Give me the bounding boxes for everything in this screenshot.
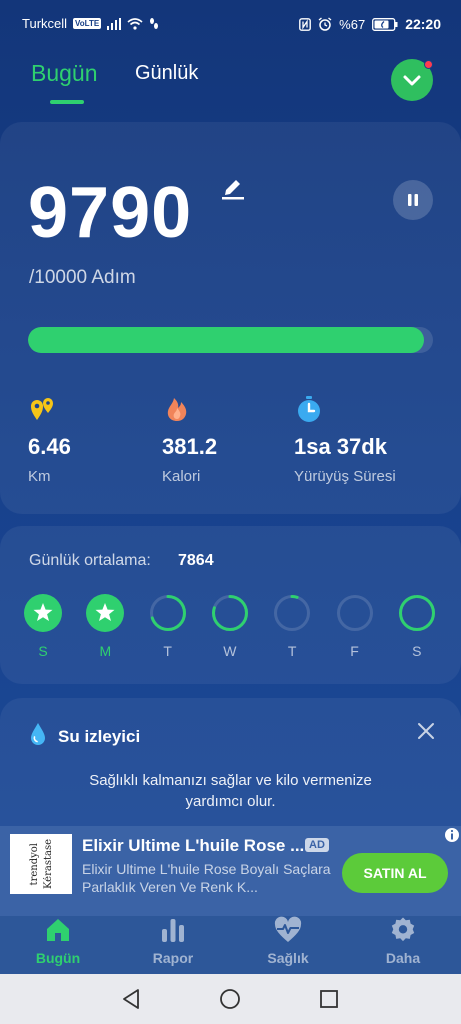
bottom-navigation: Bugün Rapor Sağlık Daha bbox=[0, 916, 461, 974]
system-navigation-bar bbox=[0, 974, 461, 1024]
day-letter: T bbox=[163, 643, 172, 659]
ad-body[interactable]: Elixir Ultime L'huile Rose Boyalı Saçlar… bbox=[82, 860, 332, 896]
tab-daily[interactable]: Günlük bbox=[135, 62, 198, 85]
daily-average-label: Günlük ortalama: bbox=[29, 552, 151, 569]
chevron-down-icon bbox=[403, 75, 421, 86]
day-letter: W bbox=[223, 643, 237, 659]
back-icon[interactable] bbox=[120, 988, 142, 1010]
step-goal: /10000 Adım bbox=[29, 267, 136, 288]
ad-image-text-1: trendyol bbox=[28, 842, 40, 886]
stat-distance-label: Km bbox=[28, 468, 51, 485]
battery-icon bbox=[372, 17, 398, 31]
home-circle-icon[interactable] bbox=[219, 988, 241, 1010]
footsteps-icon bbox=[150, 18, 159, 29]
clock: 22:20 bbox=[405, 16, 441, 32]
bar-chart-icon bbox=[162, 919, 184, 942]
close-icon[interactable] bbox=[416, 721, 436, 741]
day-5[interactable]: F bbox=[336, 594, 376, 659]
water-drop-icon bbox=[31, 723, 45, 745]
day-letter: M bbox=[99, 643, 112, 659]
volte-badge: VoLTE bbox=[73, 18, 102, 29]
day-6[interactable]: S bbox=[398, 594, 438, 659]
stopwatch-icon bbox=[298, 396, 320, 422]
step-progress-fill bbox=[28, 327, 425, 353]
stat-distance: 6.46 Km bbox=[28, 394, 71, 485]
active-tab-indicator bbox=[50, 100, 84, 104]
nav-label-today: Bugün bbox=[35, 950, 81, 966]
nav-item-today[interactable]: Bugün bbox=[18, 916, 98, 966]
stat-calories-label: Kalori bbox=[162, 468, 201, 485]
step-count: 9790 bbox=[28, 173, 193, 253]
water-tracker-description: Sağlıklı kalmanızı sağlar ve kilo vermen… bbox=[89, 772, 372, 810]
day-0[interactable]: S bbox=[24, 594, 64, 659]
stat-calories: 381.2 Kalori bbox=[162, 394, 217, 485]
flame-icon bbox=[167, 398, 187, 421]
ad-image-text-2: Kérastase bbox=[42, 838, 54, 890]
location-pins-icon bbox=[31, 398, 53, 420]
nav-label-report: Rapor bbox=[152, 950, 194, 966]
day-progress-ring bbox=[149, 595, 186, 631]
stat-calories-value: 381.2 bbox=[162, 434, 218, 459]
day-4[interactable]: T bbox=[273, 594, 313, 659]
pause-button[interactable] bbox=[393, 180, 433, 220]
pause-icon bbox=[408, 194, 418, 206]
nav-item-report[interactable]: Rapor bbox=[133, 916, 213, 966]
stat-walk-time-label: Yürüyüş Süresi bbox=[294, 468, 396, 485]
tab-today[interactable]: Bugün bbox=[31, 60, 98, 87]
ad-image[interactable]: trendyol Kérastase bbox=[10, 834, 72, 894]
ad-title[interactable]: Elixir Ultime L'huile Rose ... bbox=[82, 836, 304, 856]
day-letter: S bbox=[412, 643, 422, 659]
nav-label-more: Daha bbox=[385, 950, 421, 966]
day-2[interactable]: T bbox=[149, 594, 189, 659]
wifi-icon bbox=[127, 17, 143, 30]
nav-item-health[interactable]: Sağlık bbox=[248, 916, 328, 966]
day-letter: S bbox=[38, 643, 48, 659]
stat-distance-value: 6.46 bbox=[28, 434, 71, 459]
battery-percent: %67 bbox=[339, 16, 366, 32]
gear-icon bbox=[391, 917, 415, 942]
nav-item-more[interactable]: Daha bbox=[363, 916, 443, 966]
day-progress-ring bbox=[398, 595, 435, 631]
ad-banner[interactable]: trendyol Kérastase Elixir Ultime L'huile… bbox=[0, 826, 461, 916]
step-progress-bar bbox=[28, 327, 433, 353]
info-icon[interactable] bbox=[443, 826, 461, 844]
day-letter: T bbox=[287, 643, 297, 659]
nfc-icon bbox=[299, 17, 312, 31]
day-letter: F bbox=[350, 643, 359, 659]
day-progress-ring bbox=[211, 595, 248, 631]
day-complete-star-icon bbox=[24, 594, 62, 632]
status-bar: Turkcell VoLTE %67 22:20 bbox=[0, 0, 461, 48]
daily-average-value: 7864 bbox=[178, 552, 214, 569]
stat-walk-time-value: 1sa 37dk bbox=[294, 434, 387, 459]
day-complete-star-icon bbox=[86, 594, 125, 632]
home-icon bbox=[47, 919, 69, 941]
stat-walk-time: 1sa 37dk Yürüyüş Süresi bbox=[294, 394, 396, 485]
recents-icon[interactable] bbox=[318, 988, 340, 1010]
heart-pulse-icon bbox=[274, 916, 302, 942]
signal-icon bbox=[107, 17, 122, 30]
notification-dot bbox=[424, 60, 433, 69]
ad-buy-button[interactable]: SATIN AL bbox=[342, 853, 448, 893]
alarm-icon bbox=[318, 17, 332, 31]
water-tracker-title: Su izleyici bbox=[58, 727, 141, 746]
day-progress-ring bbox=[274, 595, 311, 631]
day-1[interactable]: M bbox=[86, 594, 126, 659]
day-3[interactable]: W bbox=[211, 594, 251, 659]
day-progress-ring bbox=[336, 595, 373, 631]
pencil-icon[interactable] bbox=[220, 174, 246, 200]
carrier-name: Turkcell bbox=[22, 16, 68, 31]
ad-badge: AD bbox=[305, 838, 329, 852]
nav-label-health: Sağlık bbox=[267, 950, 309, 966]
header-menu-button[interactable] bbox=[391, 59, 433, 101]
